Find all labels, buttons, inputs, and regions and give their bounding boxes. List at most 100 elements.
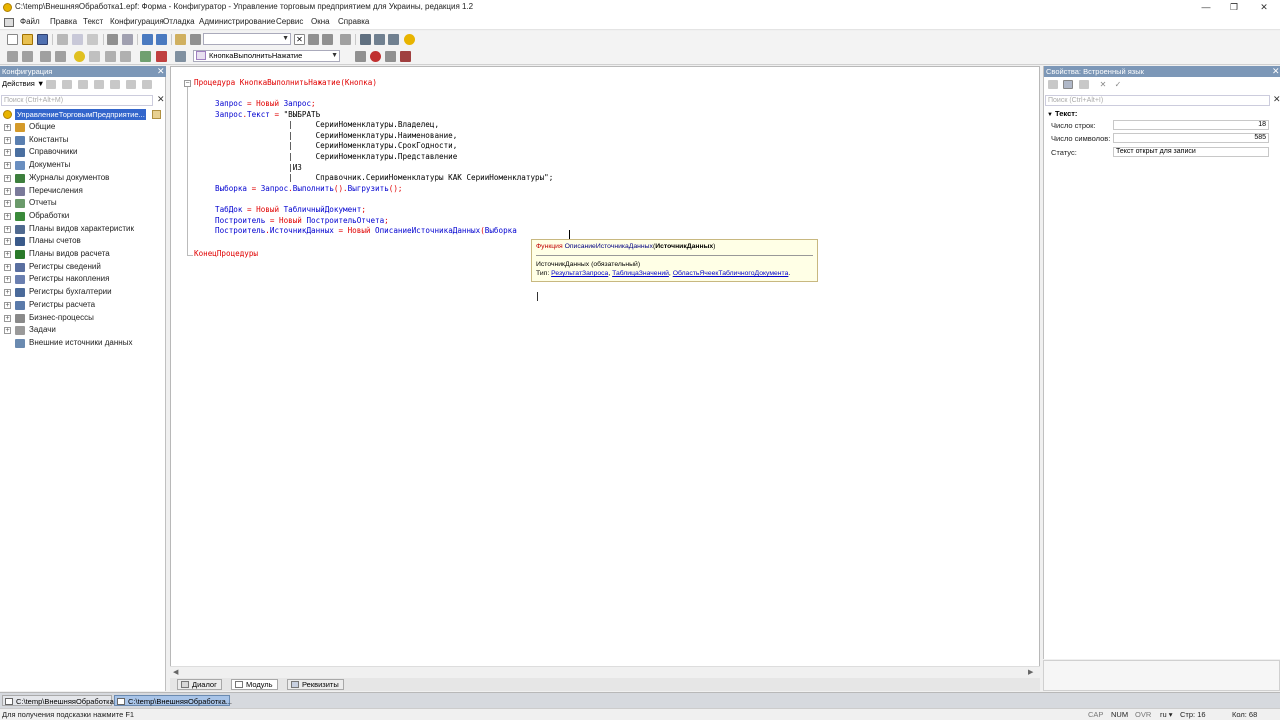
cancel-icon[interactable]: ✕	[1098, 80, 1108, 89]
system-menu-icon[interactable]	[4, 18, 14, 27]
options-icon[interactable]	[374, 34, 385, 45]
menu-windows[interactable]: Окна	[311, 17, 330, 26]
tree-item[interactable]: + Справочники	[0, 146, 166, 159]
menu-file[interactable]: Файл	[20, 17, 40, 26]
expand-icon[interactable]	[1079, 80, 1089, 89]
status-lang[interactable]: ru ▾	[1160, 710, 1173, 720]
window-tab-1[interactable]: C:\temp\ВнешняяОбработка...	[2, 695, 120, 706]
expand-plus-icon[interactable]: +	[4, 276, 11, 284]
run-icon[interactable]	[74, 51, 85, 62]
menu-help[interactable]: Справка	[338, 17, 369, 26]
open-icon[interactable]	[22, 34, 33, 45]
tree-item[interactable]: + Журналы документов	[0, 172, 166, 185]
delete-bookmark-icon[interactable]	[400, 51, 411, 62]
indent-icon[interactable]	[7, 51, 18, 62]
move-up-icon[interactable]	[110, 80, 120, 89]
properties-search-input[interactable]: Поиск (Ctrl+Alt+I)	[1045, 95, 1270, 106]
menu-configuration[interactable]: Конфигурация	[110, 17, 164, 26]
check-icon[interactable]: ✓	[1113, 80, 1123, 89]
find-in-icon[interactable]	[175, 34, 186, 45]
tree-item[interactable]: + Регистры накопления	[0, 273, 166, 286]
close-icon[interactable]: ✕	[157, 66, 165, 77]
menu-administration[interactable]: Администрирование	[199, 17, 275, 26]
close-icon[interactable]: ✕	[1272, 66, 1280, 77]
expand-plus-icon[interactable]: +	[4, 251, 11, 258]
expand-plus-icon[interactable]: +	[4, 200, 11, 208]
uncomment-icon[interactable]	[55, 51, 66, 62]
clear-search-icon[interactable]: ✕	[157, 94, 165, 105]
expand-plus-icon[interactable]: +	[4, 162, 11, 170]
outdent-icon[interactable]	[22, 51, 33, 62]
tree-item[interactable]: + Бизнес-процессы	[0, 312, 166, 325]
config-search-input[interactable]: Поиск (Ctrl+Alt+M)	[1, 95, 153, 106]
tree-item[interactable]: + Отчеты	[0, 197, 166, 210]
cut-icon[interactable]	[57, 34, 68, 45]
redo-icon[interactable]	[156, 34, 167, 45]
tab-attributes[interactable]: Реквизиты	[287, 679, 344, 690]
prop-value-lines[interactable]: 18	[1113, 120, 1269, 130]
minimize-button[interactable]: —	[1196, 1, 1216, 13]
comment-icon[interactable]	[40, 51, 51, 62]
restore-button[interactable]: ❐	[1224, 1, 1244, 13]
menu-edit[interactable]: Правка	[50, 17, 77, 26]
search-icon[interactable]	[190, 34, 201, 45]
expand-plus-icon[interactable]: +	[4, 212, 11, 220]
actions-menu[interactable]: Действия ▼	[2, 79, 44, 88]
clear-search-icon[interactable]: ✕	[1273, 94, 1280, 105]
print-icon[interactable]	[107, 34, 118, 45]
find-next-icon[interactable]	[308, 34, 319, 45]
tree-item[interactable]: + Планы счетов	[0, 235, 166, 248]
tab-module[interactable]: Модуль	[231, 679, 278, 690]
run-dropdown-icon[interactable]	[89, 51, 100, 62]
expand-plus-icon[interactable]: +	[4, 314, 11, 322]
prop-value-status[interactable]: Текст открыт для записи	[1113, 147, 1269, 157]
tree-item[interactable]: + Общие	[0, 121, 166, 134]
replace-icon[interactable]	[340, 34, 351, 45]
prop-value-chars[interactable]: 585	[1113, 133, 1269, 143]
form-icon[interactable]	[120, 51, 131, 62]
tools-icon[interactable]	[360, 34, 371, 45]
menu-service[interactable]: Сервис	[276, 17, 303, 26]
print-preview-icon[interactable]	[122, 34, 133, 45]
procedures-list-icon[interactable]	[175, 51, 186, 62]
add-icon[interactable]	[46, 80, 56, 89]
tree-item[interactable]: + Задачи	[0, 324, 166, 337]
type-link-value-table[interactable]: ТаблицаЗначений	[612, 270, 669, 277]
group-collapse-icon[interactable]: ▼	[1047, 112, 1053, 118]
chevron-down-icon[interactable]: ▼	[331, 52, 338, 59]
expand-plus-icon[interactable]: +	[4, 327, 11, 335]
tree-item[interactable]: + Планы видов характеристик	[0, 223, 166, 236]
check-syntax-icon[interactable]	[140, 51, 151, 62]
horizontal-scrollbar[interactable]: ◀ ▶	[170, 666, 1040, 677]
collapse-icon[interactable]: −	[184, 80, 191, 87]
search-combo[interactable]: ▼	[203, 33, 291, 45]
copy-item-icon[interactable]	[78, 80, 88, 89]
module-icon[interactable]	[105, 51, 116, 62]
expand-plus-icon[interactable]: +	[4, 238, 11, 246]
edit-icon[interactable]	[62, 80, 72, 89]
expand-plus-icon[interactable]: +	[4, 174, 11, 182]
syntax-assistant-icon[interactable]	[388, 34, 399, 45]
procedure-combo[interactable]: КнопкаВыполнитьНажатие ▼	[193, 50, 340, 62]
new-icon[interactable]	[7, 34, 18, 45]
sort-category-icon[interactable]	[1063, 80, 1073, 89]
chevron-down-icon[interactable]: ▼	[282, 35, 289, 42]
sort-alphabetical-icon[interactable]	[1048, 80, 1058, 89]
info-icon[interactable]	[404, 34, 415, 45]
expand-plus-icon[interactable]: +	[4, 136, 11, 144]
tree-item[interactable]: + Перечисления	[0, 185, 166, 198]
clear-search-icon[interactable]: ✕	[294, 34, 305, 45]
sort-icon[interactable]	[142, 80, 152, 89]
find-prev-icon[interactable]	[322, 34, 333, 45]
copy-icon[interactable]	[72, 34, 83, 45]
expand-plus-icon[interactable]: +	[4, 124, 11, 131]
expand-plus-icon[interactable]: +	[4, 187, 11, 195]
bookmark-icon[interactable]	[385, 51, 396, 62]
tree-item[interactable]: + Документы	[0, 159, 166, 172]
scroll-left-icon[interactable]: ◀	[173, 668, 178, 676]
tree-item[interactable]: + Регистры бухгалтерии	[0, 286, 166, 299]
expand-plus-icon[interactable]: +	[4, 301, 11, 309]
delete-icon[interactable]	[94, 80, 104, 89]
go-to-line-icon[interactable]	[355, 51, 366, 62]
close-window-button[interactable]: ✕	[1254, 1, 1274, 13]
